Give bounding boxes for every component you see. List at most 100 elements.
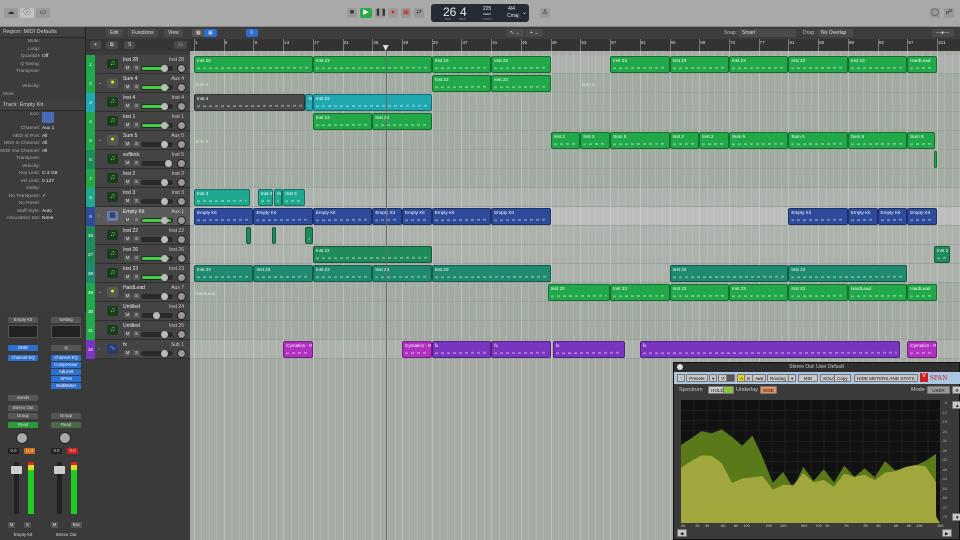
mute-button[interactable]: M [124,255,131,261]
region[interactable]: Inst 23 [431,56,492,73]
field-value[interactable]: Aux 1 [42,125,54,133]
track-name[interactable]: Inst 4 [123,95,135,101]
mute-button[interactable]: M [124,84,131,90]
inspector-field[interactable]: Vel Limit: 0 127 [0,178,85,186]
region[interactable]: Inst 23 [194,265,254,282]
track-header-row[interactable]: 30 ♫ Untitled Inst 24 M S [86,302,190,321]
loops-icon[interactable]: ☍ [944,8,954,18]
scale-up-icon[interactable]: ▲ [952,401,960,409]
mute-button[interactable]: M [124,103,131,109]
setting-button[interactable]: Setting [51,317,81,323]
plugin-slot[interactable]: Channel EQ [8,355,38,361]
volume-knob[interactable] [161,350,168,357]
track-name[interactable]: Inst 26 [123,247,138,253]
capture-record-button[interactable]: ▣ [401,8,411,18]
volume-slider[interactable] [141,84,173,91]
mute-button[interactable]: M [124,141,131,147]
automation-mode[interactable]: Read [8,422,38,428]
field-value[interactable]: All [42,140,47,148]
region[interactable]: Inst 2 [699,132,729,149]
pan-knob[interactable] [177,254,186,263]
region[interactable]: Inst 22 [312,246,432,263]
region[interactable]: Sum 5 [728,132,789,149]
region[interactable]: Empty Kit [847,208,878,225]
pan-knob[interactable] [177,292,186,301]
region[interactable]: Sum 5 [907,132,935,149]
track-header-row[interactable]: 27 ♫ Inst 26 Inst 26 M S [86,245,190,264]
mute-button[interactable]: M [124,217,131,223]
solo-button[interactable]: S [133,179,140,185]
plugin-slot[interactable]: AdLimit [51,369,81,375]
settings-icon[interactable]: ⚙ [952,386,960,394]
cycle-button[interactable]: ⇄ [414,8,424,18]
region[interactable]: Empty Kit [907,208,937,225]
region[interactable]: Inst 23 [431,75,492,92]
input-slot[interactable]: DMD [8,345,38,351]
volume-knob[interactable] [161,103,168,110]
track-name[interactable]: Inst 2 [123,171,135,177]
lcd-display[interactable]: 26 4 BAR BEAT 225 KEEP TEMPO 4/4 Cmaj ⌄ [431,4,529,22]
solo-button[interactable]: S [133,274,140,280]
mute-button[interactable]: M [51,522,58,528]
volume-fader[interactable] [11,462,22,514]
inspector-field[interactable]: Transpose: [0,155,85,163]
region[interactable] [305,227,313,244]
region[interactable]: Inst 2 [580,132,611,149]
group-slot[interactable]: Group [8,413,38,419]
volume-slider[interactable] [141,198,173,205]
scale-down-icon[interactable]: ▼ [952,513,960,521]
field-value[interactable]: Auto [42,208,52,216]
side-button[interactable]: SIDE [760,386,777,394]
volume-slider[interactable] [141,103,173,110]
scroll-left-icon[interactable]: ◀ [677,529,687,537]
track-name[interactable]: Inst 3 [123,190,135,196]
disclosure-icon[interactable]: ⌄ [98,289,102,295]
volume-slider[interactable] [141,141,173,148]
region[interactable]: Empty Kit [194,208,254,225]
volume-knob[interactable] [161,141,168,148]
inspector-field[interactable]: Channel: Aux 1 [0,125,85,133]
edit-menu[interactable]: Edit [106,29,123,37]
mid-button[interactable]: MID [798,374,818,382]
scroll-right-icon[interactable]: ▶ [942,529,952,537]
track-name[interactable]: Untitled [123,304,140,310]
functions-menu[interactable]: Functions [128,29,158,37]
pan-knob[interactable] [177,311,186,320]
track-header-row[interactable]: 31 ♫ Untitled Inst 25 M S [86,321,190,340]
volume-knob[interactable] [161,65,168,72]
volume-knob[interactable] [161,331,168,338]
region[interactable]: fx [639,341,900,358]
fader-knob[interactable] [11,466,22,474]
volume-slider[interactable] [141,293,173,300]
inspector-field[interactable]: MIDI Out Channel: All [0,148,85,156]
solo-button[interactable]: S [133,103,140,109]
track-header-row[interactable]: 9 › ▦ Empty Kit Aux 1 MS [86,207,190,226]
inspector-field[interactable]: Mute: [0,38,85,46]
volume-slider[interactable] [141,217,173,224]
volume-knob[interactable] [161,198,168,205]
color-swatch[interactable] [726,374,735,382]
solo-button[interactable]: Bnc [71,522,82,528]
volume-slider[interactable] [141,274,173,281]
track-name[interactable]: Untitled [123,323,140,329]
volume-knob[interactable] [161,179,168,186]
track-header-row[interactable]: 7 ♫ Inst 2 Inst 2 MS [86,169,190,188]
track-header[interactable]: Track: Empty Kit [0,100,85,111]
volume-slider[interactable] [141,350,173,357]
track-header-row[interactable]: 28 ♫ Inst 23 Inst 23 M S [86,264,190,283]
region[interactable]: Empty Kit [877,208,908,225]
inspector-field[interactable] [0,76,85,84]
spectrum-color-button[interactable] [723,386,734,394]
inspector-field[interactable]: Velocity: [0,163,85,171]
close-icon[interactable] [677,364,683,370]
ruler[interactable]: 1 5 9 13 17 21 25 29 33 37 41 45 49 53 57 61 65 69 73 77 81 8… [190,39,960,51]
library-icon[interactable]: ☁ [4,8,18,18]
region[interactable]: Inst 23 [610,56,670,73]
pan-knob[interactable] [177,140,186,149]
region[interactable]: fx [552,341,625,358]
region[interactable]: Inst 23 [547,284,611,301]
region[interactable]: Sum 5 [847,132,908,149]
inspector-field[interactable]: Staff Style: Auto [0,208,85,216]
eq-thumbnail[interactable] [51,325,81,338]
mute-button[interactable]: M [124,274,131,280]
